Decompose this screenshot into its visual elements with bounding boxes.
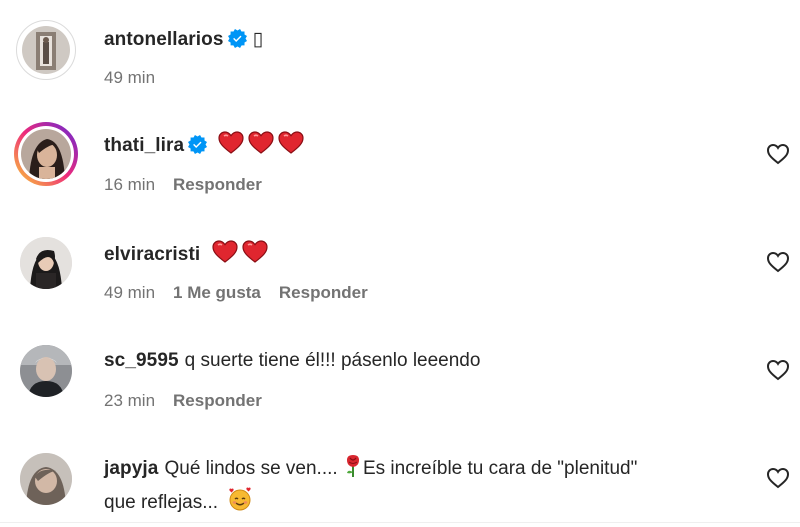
comment-username[interactable]: japyja — [104, 458, 158, 479]
comment-username[interactable]: antonellarios — [104, 29, 224, 50]
heart-outline-icon — [766, 359, 790, 381]
rose-icon — [343, 454, 363, 486]
comment-text-continued: Es increíble tu cara de "plenitud" — [362, 458, 638, 479]
verified-badge-icon — [227, 29, 247, 48]
like-comment-button[interactable] — [766, 467, 790, 489]
avatar[interactable] — [20, 237, 72, 289]
comment-text: q suerte tiene él!!! pásenlo leeendo — [184, 350, 481, 371]
reply-button[interactable]: Responder — [173, 175, 262, 194]
red-heart-icon — [211, 240, 238, 272]
comment-text-line2: que reflejas... — [104, 492, 224, 513]
heart-outline-icon — [766, 251, 790, 273]
comment-time[interactable]: 49 min — [104, 283, 155, 302]
avatar[interactable] — [16, 20, 76, 80]
comment-time[interactable]: 23 min — [104, 391, 155, 410]
comment-text: Qué lindos se ven.... — [164, 458, 343, 479]
like-comment-button[interactable] — [766, 359, 790, 381]
comment-time[interactable]: 49 min — [104, 68, 155, 87]
comment-username[interactable]: thati_lira — [104, 135, 184, 156]
like-comment-button[interactable] — [766, 143, 790, 165]
comment-time[interactable]: 16 min — [104, 175, 155, 194]
heart-outline-icon — [766, 467, 790, 489]
comment-username[interactable]: sc_9595 — [104, 350, 179, 371]
avatar[interactable] — [20, 453, 72, 505]
red-heart-icon — [248, 131, 275, 163]
heart-outline-icon — [766, 143, 790, 165]
red-heart-icon — [278, 131, 305, 163]
smiling-face-with-hearts-icon — [227, 486, 253, 520]
red-heart-icon — [241, 240, 268, 272]
avatar[interactable] — [14, 122, 78, 186]
reply-button[interactable]: Responder — [173, 391, 262, 410]
comment-text: ▯ — [252, 29, 264, 50]
reply-button[interactable]: Responder — [279, 283, 368, 302]
avatar[interactable] — [20, 345, 72, 397]
divider — [0, 522, 800, 523]
likes-count-button[interactable]: 1 Me gusta — [173, 283, 261, 302]
comment-username[interactable]: elviracristi — [104, 244, 200, 265]
verified-badge-icon — [188, 135, 208, 154]
red-heart-icon — [218, 131, 245, 163]
like-comment-button[interactable] — [766, 251, 790, 273]
